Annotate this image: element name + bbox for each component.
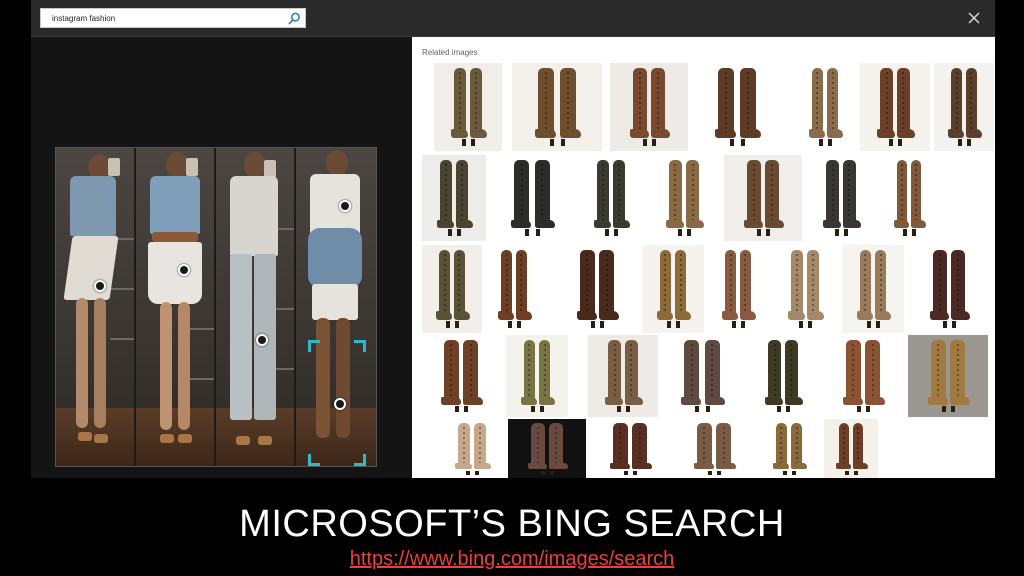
source-image-pane xyxy=(31,37,412,478)
boot-illustration xyxy=(950,335,972,417)
outfit-panel-1 xyxy=(56,148,136,466)
boot-illustration xyxy=(739,63,764,151)
boot-illustration xyxy=(865,335,888,417)
boot-illustration xyxy=(897,63,918,151)
boot-illustration xyxy=(599,245,622,333)
boot-illustration xyxy=(625,335,646,417)
related-image-thumbnail[interactable] xyxy=(860,63,930,151)
related-image-thumbnail[interactable] xyxy=(724,155,802,241)
boot-illustration xyxy=(454,245,473,333)
boot-illustration xyxy=(463,335,486,417)
boot-illustration xyxy=(716,419,738,478)
hotspot-jeans[interactable] xyxy=(256,334,268,346)
related-image-thumbnail[interactable] xyxy=(506,335,568,417)
boot-illustration xyxy=(740,245,759,333)
related-image-thumbnail[interactable] xyxy=(642,245,704,333)
related-image-thumbnail[interactable] xyxy=(748,335,818,417)
slide-link[interactable]: https://www.bing.com/images/search xyxy=(0,548,1024,571)
boot-illustration xyxy=(613,155,633,241)
top-bar xyxy=(31,0,995,37)
boot-illustration xyxy=(456,155,476,241)
boot-illustration xyxy=(911,155,929,241)
crop-selection[interactable] xyxy=(308,340,366,466)
related-image-thumbnail[interactable] xyxy=(772,245,838,333)
crop-handle-bottom-right[interactable] xyxy=(354,454,366,466)
related-image-thumbnail[interactable] xyxy=(422,155,486,241)
boot-illustration xyxy=(470,63,490,151)
search-icon[interactable] xyxy=(288,12,301,25)
outfit-panel-3 xyxy=(216,148,296,466)
boot-illustration xyxy=(539,335,558,417)
outfit-panel-2 xyxy=(136,148,216,466)
related-image-thumbnail[interactable] xyxy=(824,419,878,478)
slide-title: MICROSOFT’S BING SEARCH xyxy=(239,503,785,545)
boot-illustration xyxy=(632,419,654,478)
crop-handle-bottom-left[interactable] xyxy=(308,454,320,466)
related-images-pane: Related images xyxy=(412,37,995,478)
search-box[interactable] xyxy=(40,8,306,28)
related-image-thumbnail[interactable] xyxy=(610,63,688,151)
related-image-thumbnail[interactable] xyxy=(648,155,720,241)
crop-handle-top-left[interactable] xyxy=(308,340,320,352)
related-image-thumbnail[interactable] xyxy=(880,155,938,241)
related-image-thumbnail[interactable] xyxy=(440,419,504,478)
boot-illustration xyxy=(535,63,562,151)
hotspot-skirt[interactable] xyxy=(94,280,106,292)
boot-illustration xyxy=(853,419,871,478)
related-image-thumbnail[interactable] xyxy=(508,419,586,478)
related-image-thumbnail[interactable] xyxy=(434,63,502,151)
bing-visual-search-window: Related images xyxy=(31,0,995,478)
related-image-thumbnail[interactable] xyxy=(908,335,988,417)
related-image-thumbnail[interactable] xyxy=(590,419,670,478)
boot-illustration xyxy=(675,245,694,333)
boot-illustration xyxy=(549,419,571,478)
boot-illustration xyxy=(651,63,673,151)
related-image-thumbnail[interactable] xyxy=(934,63,994,151)
related-image-thumbnail[interactable] xyxy=(556,245,638,333)
related-images-title: Related images xyxy=(422,48,478,57)
boot-illustration xyxy=(785,335,806,417)
related-image-thumbnail[interactable] xyxy=(490,155,574,241)
boot-illustration xyxy=(516,245,535,333)
boot-illustration xyxy=(843,155,864,241)
boot-illustration xyxy=(791,419,810,478)
close-icon[interactable] xyxy=(966,10,982,26)
related-image-thumbnail[interactable] xyxy=(708,245,768,333)
boot-illustration xyxy=(966,63,985,151)
related-image-thumbnail[interactable] xyxy=(912,245,986,333)
hotspot-top[interactable] xyxy=(339,200,351,212)
related-image-thumbnail[interactable] xyxy=(588,335,658,417)
boot-illustration xyxy=(807,245,827,333)
search-input[interactable] xyxy=(41,9,285,27)
related-image-thumbnail[interactable] xyxy=(484,245,544,333)
related-image-thumbnail[interactable] xyxy=(674,419,754,478)
related-image-thumbnail[interactable] xyxy=(822,335,904,417)
related-image-thumbnail[interactable] xyxy=(692,63,782,151)
boot-illustration xyxy=(765,155,787,241)
related-image-thumbnail[interactable] xyxy=(806,155,876,241)
related-image-thumbnail[interactable] xyxy=(660,335,744,417)
crop-handle-top-right[interactable] xyxy=(354,340,366,352)
boot-illustration xyxy=(559,63,584,151)
related-image-thumbnail[interactable] xyxy=(842,245,904,333)
boot-illustration xyxy=(704,335,728,417)
related-image-thumbnail[interactable] xyxy=(794,63,856,151)
related-image-thumbnail[interactable] xyxy=(422,245,482,333)
boot-illustration xyxy=(534,155,558,241)
boot-illustration xyxy=(875,245,894,333)
boot-illustration xyxy=(951,245,972,333)
boot-illustration xyxy=(686,155,707,241)
related-image-thumbnail[interactable] xyxy=(578,155,644,241)
source-photo[interactable] xyxy=(55,147,377,467)
hotspot-skirt-white[interactable] xyxy=(178,264,190,276)
related-image-thumbnail[interactable] xyxy=(758,419,820,478)
related-image-thumbnail[interactable] xyxy=(420,335,502,417)
boot-illustration xyxy=(474,419,494,478)
related-image-thumbnail[interactable] xyxy=(512,63,602,151)
boot-illustration xyxy=(827,63,846,151)
boot-illustration xyxy=(715,63,742,151)
